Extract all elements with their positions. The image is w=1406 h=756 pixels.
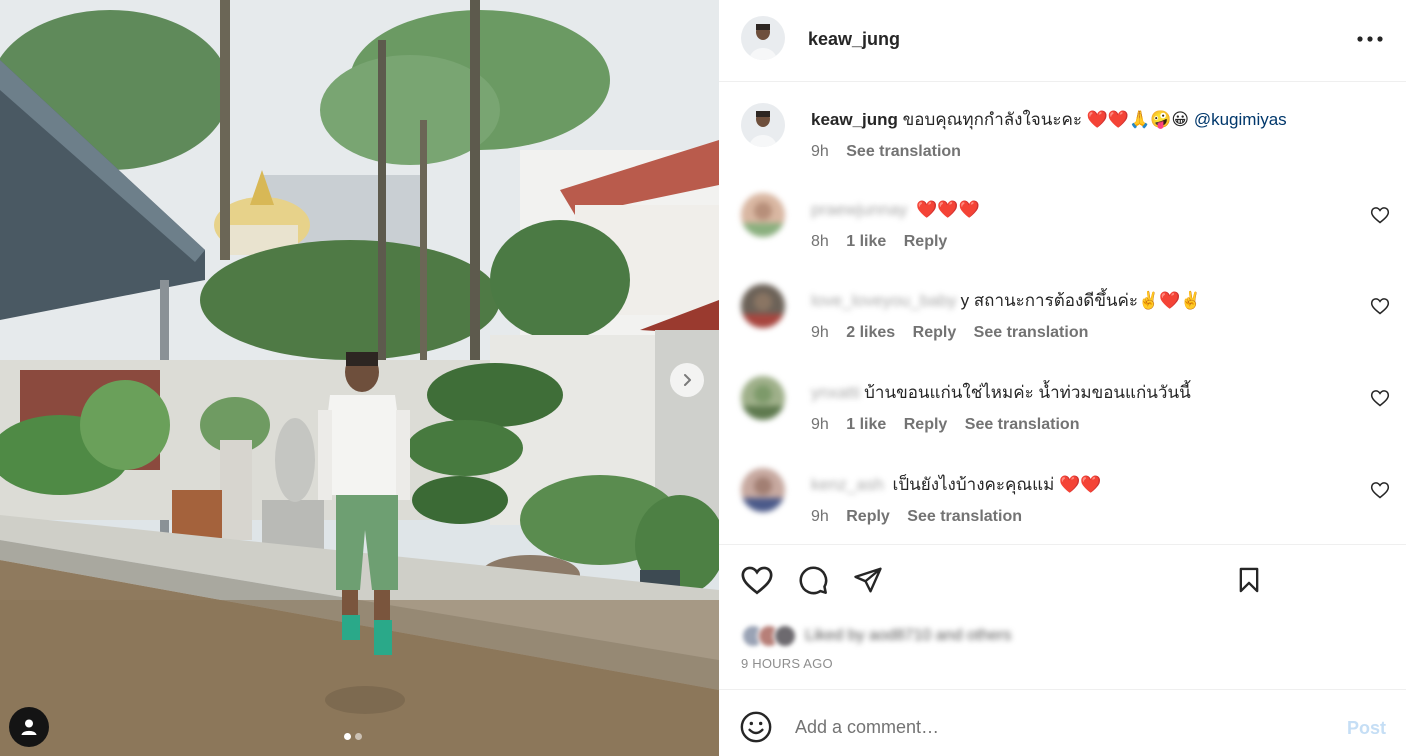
- share-button[interactable]: [850, 562, 886, 598]
- post-comment-button[interactable]: Post: [1347, 718, 1386, 739]
- comment-text-line: ynxatti บ้านขอนแก่นใช่ไหมค่ะ น้ำท่วมขอนแก…: [811, 382, 1191, 404]
- comment-username[interactable]: love_loveyou_baby: [811, 290, 957, 312]
- comment-bubble-icon: [799, 566, 828, 595]
- carousel-next-button[interactable]: [670, 363, 704, 397]
- caption-text-line: keaw_jung ขอบคุณทุกกำลังใจนะคะ ❤️❤️🙏🤪😀 @…: [811, 109, 1287, 131]
- caption-mention-link[interactable]: @kugimiyas: [1194, 110, 1287, 129]
- like-button[interactable]: [739, 562, 775, 598]
- author-avatar[interactable]: [741, 16, 785, 60]
- comment-text-line: kenz_ash เป็นยังไงบ้างคะคุณแม่ ❤️❤️: [811, 474, 1101, 496]
- bookmark-icon: [1239, 567, 1259, 593]
- comment-likes[interactable]: 1 like: [846, 416, 886, 433]
- comment-text-line: praewjunnay ❤️❤️❤️: [811, 199, 980, 221]
- post-timestamp: 9 HOURS AGO: [741, 656, 833, 671]
- add-comment-bar: Post: [719, 689, 1406, 756]
- emoji-picker-button[interactable]: [739, 710, 773, 744]
- comment-text: เป็นยังไงบ้างคะคุณแม่ ❤️❤️: [892, 475, 1102, 494]
- post-photo: [0, 0, 719, 756]
- carousel-dot: [355, 733, 362, 740]
- action-divider: [719, 544, 1406, 545]
- caption-time: 9h: [811, 143, 829, 160]
- author-username[interactable]: keaw_jung: [808, 29, 900, 50]
- reply-button[interactable]: Reply: [846, 508, 890, 525]
- comment-username[interactable]: praewjunnay: [811, 199, 907, 221]
- heart-icon: [741, 566, 773, 595]
- avatar-image: [741, 284, 785, 328]
- reply-button[interactable]: Reply: [904, 233, 948, 250]
- post-detail-panel: keaw_jung keaw_jung ขอบคุณทุกกำลังใจนะคะ…: [719, 0, 1406, 756]
- heart-icon[interactable]: [1370, 296, 1390, 316]
- avatar-image: [741, 193, 785, 237]
- smiley-icon: [740, 711, 772, 743]
- comment-time: 9h: [811, 416, 829, 433]
- see-translation-button[interactable]: See translation: [974, 324, 1089, 341]
- comment-time: 9h: [811, 324, 829, 341]
- comment-time: 9h: [811, 508, 829, 525]
- see-translation-button[interactable]: See translation: [907, 508, 1022, 525]
- reply-button[interactable]: Reply: [913, 324, 957, 341]
- liked-by-summary[interactable]: Liked by aod8710 and others: [741, 622, 1011, 650]
- heart-icon[interactable]: [1370, 205, 1390, 225]
- see-translation-button[interactable]: See translation: [965, 416, 1080, 433]
- carousel-dot-active: [344, 733, 351, 740]
- user-tag-icon: [21, 719, 37, 735]
- comment-input[interactable]: [795, 712, 1315, 742]
- more-horizontal-icon: [1357, 36, 1383, 42]
- avatar-image: [741, 468, 785, 512]
- tagged-users-button[interactable]: [9, 707, 49, 747]
- comment-meta: 9h 1 like Reply See translation: [811, 416, 1092, 434]
- comment-button[interactable]: [795, 562, 831, 598]
- avatar-image: [741, 16, 785, 60]
- reply-button[interactable]: Reply: [904, 416, 948, 433]
- comment-time: 8h: [811, 233, 829, 250]
- comment-likes[interactable]: 1 like: [846, 233, 886, 250]
- more-options-button[interactable]: [1355, 26, 1385, 52]
- caption-meta: 9h See translation: [811, 143, 974, 161]
- see-translation-button[interactable]: See translation: [846, 143, 961, 160]
- comment-username[interactable]: kenz_ash: [811, 474, 884, 496]
- heart-icon[interactable]: [1370, 480, 1390, 500]
- comment-meta: 9h 2 likes Reply See translation: [811, 324, 1101, 342]
- liked-by-avatars: [741, 624, 797, 648]
- commenter-avatar[interactable]: [741, 193, 785, 237]
- comment-text: ❤️❤️❤️: [916, 200, 980, 219]
- comment-text: y สถานะการต้องดีขึ้นค่ะ✌️❤️✌️: [960, 291, 1202, 310]
- avatar-image: [741, 103, 785, 147]
- comment-meta: 8h 1 like Reply: [811, 233, 960, 251]
- comment-meta: 9h Reply See translation: [811, 508, 1035, 526]
- commenter-avatar[interactable]: [741, 284, 785, 328]
- save-button[interactable]: [1231, 562, 1267, 598]
- liked-by-text: Liked by aod8710 and others: [805, 627, 1012, 644]
- paper-plane-icon: [854, 567, 882, 593]
- liker-avatar: [773, 624, 797, 648]
- post-header: keaw_jung: [719, 0, 1406, 82]
- commenter-avatar[interactable]: [741, 376, 785, 420]
- caption-username[interactable]: keaw_jung: [811, 110, 898, 129]
- avatar-image: [741, 376, 785, 420]
- comment-text-line: love_loveyou_baby y สถานะการต้องดีขึ้นค่ะ…: [811, 290, 1202, 312]
- chevron-right-icon: [684, 374, 691, 386]
- comment-text: บ้านขอนแก่นใช่ไหมค่ะ น้ำท่วมขอนแก่นวันนี…: [864, 383, 1191, 402]
- comment-likes[interactable]: 2 likes: [846, 324, 895, 341]
- carousel-indicator: [344, 733, 362, 740]
- post-media[interactable]: [0, 0, 719, 756]
- commenter-avatar[interactable]: [741, 468, 785, 512]
- caption-avatar[interactable]: [741, 103, 785, 147]
- caption-text: ขอบคุณทุกกำลังใจนะคะ ❤️❤️🙏🤪😀: [902, 110, 1190, 129]
- heart-icon[interactable]: [1370, 388, 1390, 408]
- comment-username[interactable]: ynxatti: [811, 382, 860, 404]
